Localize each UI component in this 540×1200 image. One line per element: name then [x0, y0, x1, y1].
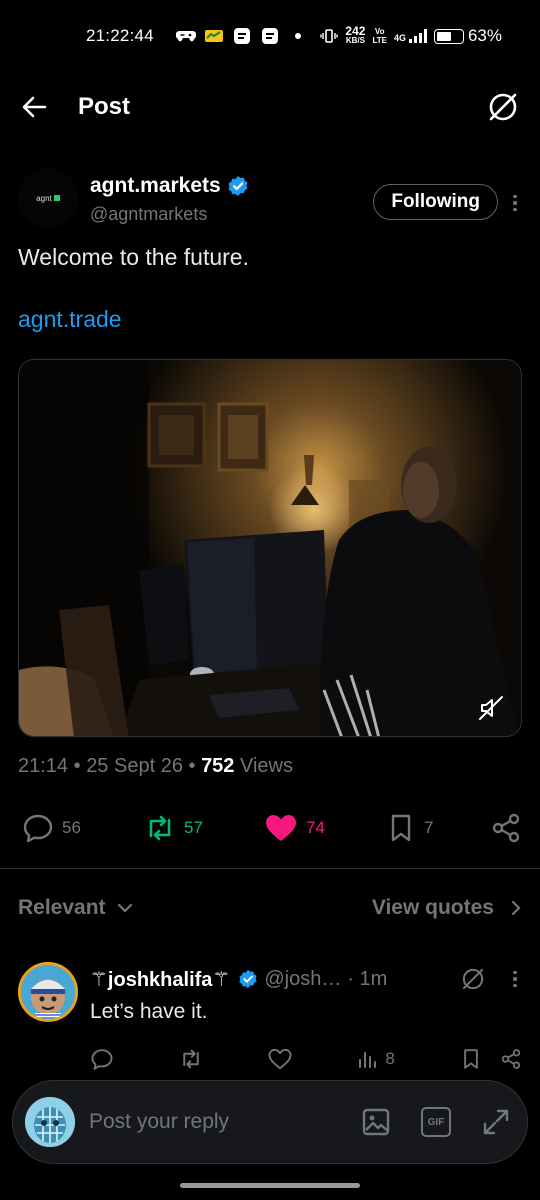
share-button[interactable]	[490, 812, 522, 844]
reply-more-options-icon[interactable]	[508, 964, 522, 994]
volte-icon: Vo LTE	[372, 27, 387, 45]
share-icon	[490, 812, 522, 844]
verified-badge-icon	[227, 175, 249, 197]
author-avatar[interactable]: agnt	[18, 168, 78, 228]
reply-views-count: 8	[385, 1049, 395, 1068]
post-author: agnt agnt.markets @agntmarkets Following	[18, 168, 522, 238]
post-time: 21:14	[18, 755, 69, 777]
gif-icon[interactable]: GIF	[421, 1107, 451, 1137]
bookmark-count: 7	[424, 818, 434, 837]
vibrate-icon	[320, 28, 339, 44]
app-notification-icon-2	[260, 27, 280, 45]
view-quotes-link[interactable]: View quotes	[372, 896, 522, 920]
reply-author-name[interactable]: ⚚joshkhalifa⚚	[90, 967, 230, 992]
author-name-row[interactable]: agnt.markets	[90, 174, 249, 198]
notification-icons	[175, 27, 308, 45]
chevron-down-icon	[116, 902, 134, 914]
battery-icon	[433, 28, 464, 44]
following-button[interactable]: Following	[373, 184, 498, 220]
reply-button[interactable]: 56	[22, 813, 144, 843]
reply-repost-icon[interactable]	[179, 1048, 203, 1070]
reply-reply-icon[interactable]	[90, 1048, 114, 1070]
reply-count: 56	[62, 818, 81, 837]
views-label: Views	[240, 755, 293, 777]
post-date: 25 Sept 26	[86, 755, 183, 777]
repost-icon	[144, 814, 176, 842]
chart-app-icon	[204, 27, 224, 45]
views-count: 752	[201, 755, 235, 777]
reply-actions: 8	[90, 1048, 522, 1070]
status-time: 21:22:44	[86, 26, 154, 45]
grok-icon[interactable]	[460, 966, 486, 992]
grok-icon[interactable]	[486, 90, 520, 124]
game-controller-icon	[175, 27, 196, 45]
like-button[interactable]: 74	[264, 813, 386, 843]
home-indicator[interactable]	[180, 1183, 360, 1188]
post-meta: 21:14 • 25 Sept 26 • 752 Views	[18, 755, 293, 777]
author-info: agnt.markets @agntmarkets	[90, 168, 249, 225]
post-video[interactable]	[18, 359, 522, 737]
video-frame	[19, 360, 521, 736]
logo-square	[53, 195, 60, 201]
net-speed: 242 KB/S	[345, 24, 366, 45]
post-link[interactable]: agnt.trade	[18, 306, 122, 333]
status-bar: 21:22:44 242 KB/S Vo LTE 4G 63%	[0, 0, 540, 72]
heart-icon	[264, 813, 298, 843]
reply-avatar[interactable]	[18, 962, 78, 1022]
reply-composer: Post your reply GIF	[12, 1080, 528, 1164]
reply-time: · 1m	[347, 967, 388, 990]
post-text: Welcome to the future.	[18, 244, 249, 270]
expand-icon[interactable]	[481, 1107, 511, 1137]
back-arrow-icon[interactable]	[20, 93, 48, 121]
view-quotes-label: View quotes	[371, 896, 494, 919]
current-user-avatar[interactable]	[25, 1097, 75, 1147]
battery-indicator: 63%	[433, 26, 502, 46]
reply-header: ⚚joshkhalifa⚚ @josh… · 1m	[90, 964, 522, 994]
post-actions: 56 57 74 7	[22, 806, 522, 850]
author-name: agnt.markets	[90, 174, 221, 197]
bookmark-button[interactable]: 7	[386, 813, 490, 843]
image-icon[interactable]	[361, 1107, 391, 1137]
more-options-icon[interactable]	[508, 188, 522, 218]
reply-heart-icon[interactable]	[268, 1048, 292, 1070]
repost-button[interactable]: 57	[144, 814, 264, 842]
reply-share-icon[interactable]	[500, 1048, 522, 1070]
page-title: Post	[78, 93, 131, 120]
mute-icon[interactable]	[477, 694, 505, 722]
reply-author-handle: @josh…	[264, 967, 342, 990]
system-icons: 242 KB/S Vo LTE 4G 63%	[320, 24, 502, 46]
chevron-right-icon	[510, 899, 522, 917]
sort-label: Relevant	[18, 896, 106, 919]
reply-bookmark-icon[interactable]	[460, 1048, 482, 1070]
author-handle: @agntmarkets	[90, 204, 208, 224]
reply-views[interactable]: 8	[357, 1049, 395, 1069]
repost-count: 57	[184, 818, 203, 837]
bookmark-icon	[386, 813, 416, 843]
reply-text: Let’s have it.	[90, 1000, 208, 1023]
views-icon	[357, 1049, 379, 1069]
reply-input[interactable]: Post your reply	[89, 1110, 229, 1134]
reply-bookmark-share	[460, 1048, 522, 1070]
divider	[0, 868, 540, 869]
post-header: Post	[0, 80, 540, 134]
like-count: 74	[306, 818, 325, 837]
verified-badge-icon	[238, 969, 258, 989]
composer-tools: GIF	[361, 1107, 511, 1137]
reply-icon	[22, 813, 54, 843]
more-notifications-dot	[288, 27, 308, 45]
app-notification-icon	[232, 27, 252, 45]
sort-dropdown[interactable]: Relevant	[18, 896, 134, 920]
replies-sort-row: Relevant View quotes	[18, 886, 522, 930]
signal-icon: 4G	[394, 29, 427, 43]
